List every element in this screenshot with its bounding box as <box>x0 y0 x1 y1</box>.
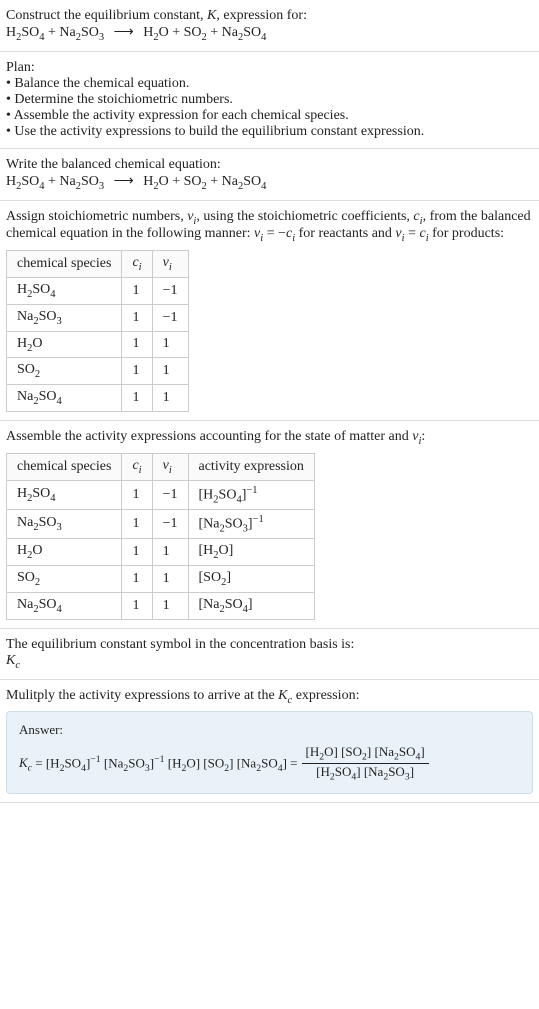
col-species: chemical species <box>7 251 122 278</box>
cell-vi: 1 <box>152 385 188 412</box>
table-row: Na2SO411[Na2SO4] <box>7 593 315 620</box>
table-header-row: chemical species ci νi <box>7 251 189 278</box>
cell-vi: −1 <box>152 510 188 539</box>
cell-species: SO2 <box>7 566 122 593</box>
cell-activity: [SO2] <box>188 566 314 593</box>
col-ci: ci <box>122 251 152 278</box>
unbalanced-equation: H2SO4 + Na2SO3 ⟶ H2O + SO2 + Na2SO4 <box>6 24 533 43</box>
cell-species: H2O <box>7 539 122 566</box>
col-activity: activity expression <box>188 453 314 480</box>
balanced-equation: H2SO4 + Na2SO3 ⟶ H2O + SO2 + Na2SO4 <box>6 173 533 192</box>
cell-activity: [H2SO4]−1 <box>188 480 314 509</box>
cell-ci: 1 <box>122 304 152 331</box>
prompt-text-2: , expression for: <box>216 8 307 23</box>
balanced-title: Write the balanced chemical equation: <box>6 157 533 173</box>
stoich-intro: Assign stoichiometric numbers, νi, using… <box>6 209 533 245</box>
plan-section: Plan: • Balance the chemical equation. •… <box>0 52 539 149</box>
plan-item-2: • Assemble the activity expression for e… <box>6 108 533 124</box>
table-row: Na2SO31−1[Na2SO3]−1 <box>7 510 315 539</box>
prompt-line: Construct the equilibrium constant, K, e… <box>6 8 533 24</box>
cell-ci: 1 <box>122 593 152 620</box>
cell-vi: 1 <box>152 358 188 385</box>
plan-item-0-text: Balance the chemical equation. <box>14 76 189 91</box>
cell-species: SO2 <box>7 358 122 385</box>
kc-lhs: Kc = [H2SO4]−1 [Na2SO3]−1 [H2O] [SO2] [N… <box>19 754 298 774</box>
cell-vi: −1 <box>152 277 188 304</box>
prompt-section: Construct the equilibrium constant, K, e… <box>0 0 539 52</box>
cell-activity: [Na2SO3]−1 <box>188 510 314 539</box>
table-row: Na2SO31−1 <box>7 304 189 331</box>
cell-species: H2SO4 <box>7 277 122 304</box>
table-row: H2O11[H2O] <box>7 539 315 566</box>
plan-item-0: • Balance the chemical equation. <box>6 76 533 92</box>
activity-section: Assemble the activity expressions accoun… <box>0 421 539 629</box>
multiply-intro: Mulitply the activity expressions to arr… <box>6 688 533 706</box>
kc-symbol-intro: The equilibrium constant symbol in the c… <box>6 637 533 653</box>
kc-expression: Kc = [H2SO4]−1 [Na2SO3]−1 [H2O] [SO2] [N… <box>19 744 520 782</box>
kc-fraction-numerator: [H2O] [SO2] [Na2SO4] <box>302 744 429 764</box>
cell-ci: 1 <box>122 566 152 593</box>
cell-species: Na2SO4 <box>7 593 122 620</box>
cell-ci: 1 <box>122 539 152 566</box>
prompt-text-1: Construct the equilibrium constant, <box>6 8 207 23</box>
multiply-section: Mulitply the activity expressions to arr… <box>0 680 539 803</box>
stoich-table: chemical species ci νi H2SO41−1 Na2SO31−… <box>6 250 189 412</box>
cell-ci: 1 <box>122 480 152 509</box>
cell-ci: 1 <box>122 510 152 539</box>
cell-species: Na2SO3 <box>7 304 122 331</box>
cell-ci: 1 <box>122 358 152 385</box>
table-row: SO211 <box>7 358 189 385</box>
cell-activity: [Na2SO4] <box>188 593 314 620</box>
answer-box: Answer: Kc = [H2SO4]−1 [Na2SO3]−1 [H2O] … <box>6 711 533 793</box>
plan-item-3: • Use the activity expressions to build … <box>6 124 533 140</box>
kc-fraction-denominator: [H2SO4] [Na2SO3] <box>312 764 418 783</box>
table-row: H2O11 <box>7 331 189 358</box>
kc-fraction: [H2O] [SO2] [Na2SO4] [H2SO4] [Na2SO3] <box>302 744 429 782</box>
cell-vi: 1 <box>152 331 188 358</box>
plan-item-1: • Determine the stoichiometric numbers. <box>6 92 533 108</box>
col-vi: νi <box>152 453 188 480</box>
table-row: H2SO41−1 <box>7 277 189 304</box>
stoich-section: Assign stoichiometric numbers, νi, using… <box>0 201 539 421</box>
plan-item-1-text: Determine the stoichiometric numbers. <box>14 92 233 107</box>
table-header-row: chemical species ci νi activity expressi… <box>7 453 315 480</box>
kc-symbol: Kc <box>6 653 533 671</box>
col-vi: νi <box>152 251 188 278</box>
cell-vi: −1 <box>152 480 188 509</box>
col-species: chemical species <box>7 453 122 480</box>
k-var: K <box>207 8 216 23</box>
cell-ci: 1 <box>122 331 152 358</box>
cell-vi: −1 <box>152 304 188 331</box>
activity-table: chemical species ci νi activity expressi… <box>6 453 315 620</box>
cell-vi: 1 <box>152 593 188 620</box>
table-row: SO211[SO2] <box>7 566 315 593</box>
plan-title: Plan: <box>6 60 533 76</box>
cell-vi: 1 <box>152 566 188 593</box>
col-ci: ci <box>122 453 152 480</box>
activity-intro: Assemble the activity expressions accoun… <box>6 429 533 447</box>
table-row: H2SO41−1[H2SO4]−1 <box>7 480 315 509</box>
cell-species: H2SO4 <box>7 480 122 509</box>
cell-ci: 1 <box>122 385 152 412</box>
cell-species: H2O <box>7 331 122 358</box>
cell-activity: [H2O] <box>188 539 314 566</box>
cell-species: Na2SO4 <box>7 385 122 412</box>
cell-vi: 1 <box>152 539 188 566</box>
plan-item-2-text: Assemble the activity expression for eac… <box>14 108 349 123</box>
table-row: Na2SO411 <box>7 385 189 412</box>
cell-species: Na2SO3 <box>7 510 122 539</box>
answer-label: Answer: <box>19 722 520 738</box>
cell-ci: 1 <box>122 277 152 304</box>
plan-item-3-text: Use the activity expressions to build th… <box>14 124 424 139</box>
kc-symbol-section: The equilibrium constant symbol in the c… <box>0 629 539 680</box>
balanced-section: Write the balanced chemical equation: H2… <box>0 149 539 201</box>
